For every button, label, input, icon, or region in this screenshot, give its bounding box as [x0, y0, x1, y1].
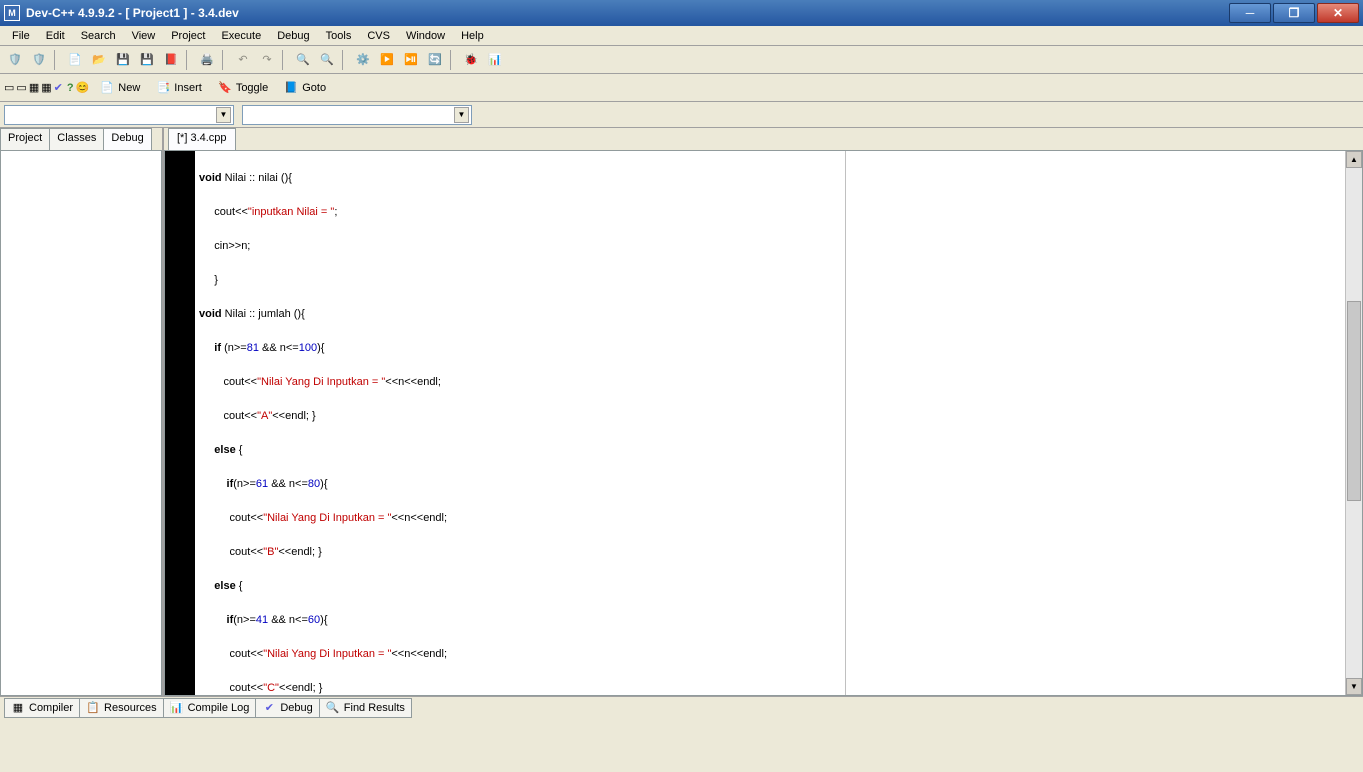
close-button[interactable]: ✕: [1317, 3, 1359, 23]
dropdown-arrow-icon: ▼: [216, 107, 231, 123]
menu-project[interactable]: Project: [163, 28, 213, 44]
resources-icon: 📋: [86, 701, 100, 715]
file-tab-active[interactable]: [*] 3.4.cpp: [168, 128, 236, 150]
tool-window3-icon[interactable]: ▦: [29, 81, 39, 94]
menu-debug[interactable]: Debug: [269, 28, 317, 44]
tool-open-icon[interactable]: 📂: [88, 49, 110, 71]
bottom-tabs: ▦Compiler 📋Resources 📊Compile Log ✔Debug…: [0, 696, 1363, 718]
tool-redo-icon[interactable]: ↷: [256, 49, 278, 71]
editor-right-pane: [845, 151, 1345, 695]
menu-execute[interactable]: Execute: [213, 28, 269, 44]
compile-log-icon: 📊: [170, 701, 184, 715]
menu-edit[interactable]: Edit: [38, 28, 73, 44]
tool-run-icon[interactable]: ▶️: [376, 49, 398, 71]
toolbar-secondary: ▭ ▭ ▦ ▦ ✔ ? 😊 📄New 📑Insert 🔖Toggle 📘Goto: [0, 74, 1363, 102]
tool-replace-icon[interactable]: 🔍: [316, 49, 338, 71]
tool-rebuild-icon[interactable]: 🔄: [424, 49, 446, 71]
toolbar-main: 🛡️ 🛡️ 📄 📂 💾 💾 📕 🖨️ ↶ ↷ 🔍 🔍 ⚙️ ▶️ ⏯️ 🔄 🐞 …: [0, 46, 1363, 74]
scroll-down-arrow-icon[interactable]: ▼: [1346, 678, 1362, 695]
bottom-tab-resources[interactable]: 📋Resources: [79, 698, 164, 718]
menu-cvs[interactable]: CVS: [359, 28, 398, 44]
left-panel-tabs: Project Classes Debug: [0, 128, 162, 150]
left-panel: Project Classes Debug: [0, 128, 164, 696]
menu-view[interactable]: View: [124, 28, 164, 44]
bottom-tab-find-results[interactable]: 🔍Find Results: [319, 698, 412, 718]
tool-check-icon[interactable]: ✔: [54, 81, 63, 94]
class-combo[interactable]: ▼: [4, 105, 234, 125]
editor-panel: [*] 3.4.cpp void Nilai :: nilai (){ cout…: [164, 128, 1363, 696]
tool-undo-icon[interactable]: ↶: [232, 49, 254, 71]
bottom-tab-compiler[interactable]: ▦Compiler: [4, 698, 80, 718]
find-results-icon: 🔍: [326, 701, 340, 715]
window-title: Dev-C++ 4.9.9.2 - [ Project1 ] - 3.4.dev: [26, 6, 1229, 20]
maximize-button[interactable]: ❐: [1273, 3, 1315, 23]
method-combo[interactable]: ▼: [242, 105, 472, 125]
tool-compile-icon[interactable]: ⚙️: [352, 49, 374, 71]
insert-icon: 📑: [156, 81, 170, 95]
editor-wrap: void Nilai :: nilai (){ cout<<"inputkan …: [164, 150, 1363, 696]
tool-window4-icon[interactable]: ▦: [41, 81, 51, 94]
scrollbar-thumb[interactable]: [1347, 301, 1361, 501]
tool-debug-icon[interactable]: 🐞: [460, 49, 482, 71]
menu-help[interactable]: Help: [453, 28, 492, 44]
menu-file[interactable]: File: [4, 28, 38, 44]
bottom-tab-debug[interactable]: ✔Debug: [255, 698, 319, 718]
tool-about-icon[interactable]: 😊: [76, 81, 90, 94]
tool-save-icon[interactable]: 💾: [112, 49, 134, 71]
code-editor[interactable]: void Nilai :: nilai (){ cout<<"inputkan …: [195, 151, 845, 695]
menu-search[interactable]: Search: [73, 28, 124, 44]
menu-window[interactable]: Window: [398, 28, 453, 44]
editor-gutter: [165, 151, 195, 695]
app-icon: M: [4, 5, 20, 21]
tool-window1-icon[interactable]: ▭: [4, 81, 14, 94]
tool-compile-run-icon[interactable]: ⏯️: [400, 49, 422, 71]
tool-find-icon[interactable]: 🔍: [292, 49, 314, 71]
file-tabs: [*] 3.4.cpp: [164, 128, 1363, 150]
tab-classes[interactable]: Classes: [49, 128, 104, 150]
toggle-icon: 🔖: [218, 81, 232, 95]
toggle-button[interactable]: 🔖Toggle: [211, 77, 275, 99]
tab-project[interactable]: Project: [0, 128, 50, 150]
minimize-button[interactable]: ─: [1229, 3, 1271, 23]
tool-print-icon[interactable]: 🖨️: [196, 49, 218, 71]
bottom-tab-compile-log[interactable]: 📊Compile Log: [163, 698, 257, 718]
goto-button[interactable]: 📘Goto: [277, 77, 333, 99]
compiler-icon: ▦: [11, 701, 25, 715]
tab-debug[interactable]: Debug: [103, 128, 151, 150]
new-button[interactable]: 📄New: [93, 77, 147, 99]
new-file-icon: 📄: [100, 81, 114, 95]
main-area: Project Classes Debug [*] 3.4.cpp void N…: [0, 128, 1363, 696]
left-panel-content: [0, 150, 162, 696]
tool-shield1-icon[interactable]: 🛡️: [4, 49, 26, 71]
menu-tools[interactable]: Tools: [318, 28, 360, 44]
combo-row: ▼ ▼: [0, 102, 1363, 128]
scroll-up-arrow-icon[interactable]: ▲: [1346, 151, 1362, 168]
debug-check-icon: ✔: [262, 701, 276, 715]
vertical-scrollbar[interactable]: ▲ ▼: [1345, 151, 1362, 695]
tool-saveall-icon[interactable]: 💾: [136, 49, 158, 71]
dropdown-arrow-icon: ▼: [454, 107, 469, 123]
tool-new-icon[interactable]: 📄: [64, 49, 86, 71]
status-area: [0, 718, 1363, 772]
tool-window2-icon[interactable]: ▭: [16, 81, 26, 94]
tool-close-icon[interactable]: 📕: [160, 49, 182, 71]
tool-shield2-icon[interactable]: 🛡️: [28, 49, 50, 71]
menu-bar: File Edit Search View Project Execute De…: [0, 26, 1363, 46]
tool-profile-icon[interactable]: 📊: [484, 49, 506, 71]
goto-icon: 📘: [284, 81, 298, 95]
window-titlebar: M Dev-C++ 4.9.9.2 - [ Project1 ] - 3.4.d…: [0, 0, 1363, 26]
insert-button[interactable]: 📑Insert: [149, 77, 209, 99]
tool-help-icon[interactable]: ?: [67, 82, 74, 94]
